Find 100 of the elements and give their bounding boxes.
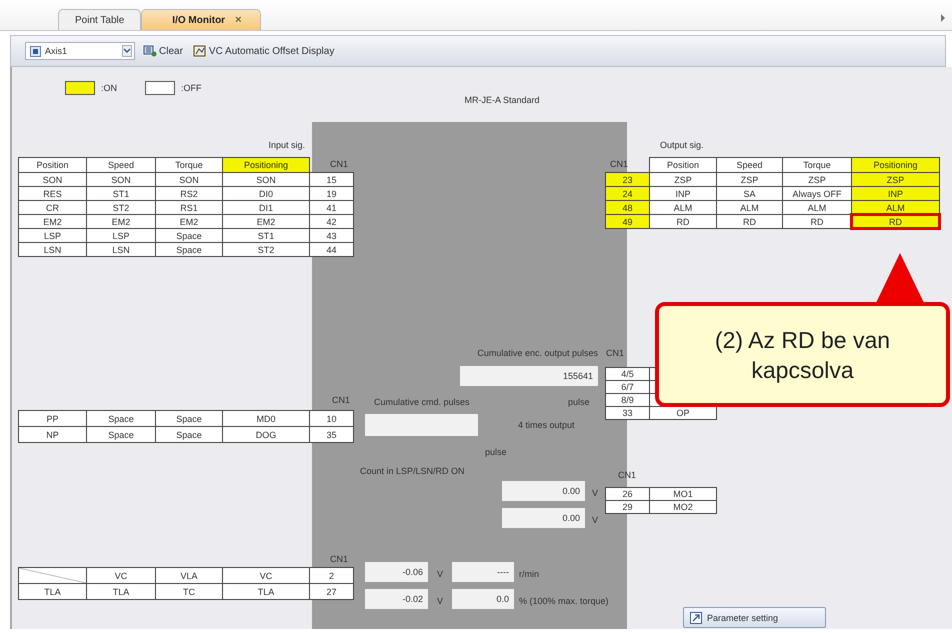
unit-label: V bbox=[437, 596, 444, 607]
tab[interactable]: Point Table bbox=[58, 9, 142, 30]
signal-cell: LSN bbox=[18, 242, 87, 257]
signal-cell: ALM bbox=[782, 200, 852, 215]
arrow-icon bbox=[690, 612, 702, 624]
signal-cell: SON bbox=[222, 172, 310, 187]
signal-cell: RS2 bbox=[155, 186, 223, 201]
unit-label: V bbox=[437, 569, 444, 580]
connector-label: CN1 bbox=[606, 348, 624, 359]
output-title: Output sig. bbox=[660, 140, 704, 151]
signal-cell: Space bbox=[155, 228, 223, 243]
column-header: Position bbox=[18, 157, 87, 173]
connector-label: CN1 bbox=[618, 470, 636, 481]
signal-cell: ZSP bbox=[649, 172, 717, 187]
signal-cell: RD bbox=[782, 214, 852, 229]
close-icon[interactable]: × bbox=[235, 14, 242, 26]
pin-cell: 6/7 bbox=[605, 380, 650, 394]
signal-cell: DI0 bbox=[222, 186, 310, 201]
signal-cell: Space bbox=[155, 242, 223, 257]
tab-list-icon[interactable] bbox=[940, 14, 946, 22]
pin-cell: 35 bbox=[309, 426, 354, 443]
unit-label: pulse bbox=[568, 397, 590, 408]
column-header: Torque bbox=[782, 157, 852, 173]
command-pulses-label: Cumulative cmd. pulses bbox=[374, 397, 470, 408]
signal-cell: RD bbox=[649, 214, 717, 229]
caret-icon[interactable] bbox=[122, 45, 132, 57]
pin-cell: 8/9 bbox=[605, 393, 650, 407]
pin-cell: 42 bbox=[309, 214, 354, 229]
signal-cell: OP bbox=[649, 406, 717, 420]
signal-cell: NP bbox=[18, 426, 87, 443]
signal-cell: PP bbox=[18, 410, 87, 427]
signal-cell: SON bbox=[155, 172, 223, 187]
legend-label: :ON bbox=[101, 83, 118, 93]
signal-cell: VLA bbox=[155, 567, 223, 584]
signal-cell: INP bbox=[649, 186, 717, 201]
pin-cell: 33 bbox=[605, 406, 650, 420]
encoder-pulses-field: 155641 bbox=[460, 366, 598, 386]
signal-cell: EM2 bbox=[155, 214, 223, 229]
parameter-setting-button[interactable]: Parameter setting bbox=[683, 607, 826, 628]
column-header: Speed bbox=[716, 157, 783, 173]
pin-cell: 41 bbox=[309, 200, 354, 215]
signal-cell: VC bbox=[222, 567, 310, 584]
toolbar-button[interactable]: Clear bbox=[141, 45, 185, 57]
axis-icon bbox=[30, 46, 41, 56]
signal-cell: LSP bbox=[86, 228, 156, 243]
signal-cell: EM2 bbox=[18, 214, 87, 229]
signal-cell: Space bbox=[155, 410, 223, 427]
signal-cell: TC bbox=[155, 583, 223, 600]
monitor-output-field: 0.00 bbox=[502, 481, 585, 501]
column-header: Torque bbox=[155, 157, 223, 173]
signal-cell: Space bbox=[86, 410, 156, 427]
connector-label: CN1 bbox=[330, 554, 348, 565]
column-header: Positioning bbox=[222, 157, 310, 173]
column-header: Positioning bbox=[851, 157, 940, 173]
unused-cell bbox=[18, 567, 87, 584]
connector-label: CN1 bbox=[332, 395, 350, 406]
signal-cell: ST1 bbox=[86, 186, 156, 201]
axis-dropdown[interactable]: Axis1 bbox=[25, 42, 135, 60]
pin-cell: 4/5 bbox=[605, 367, 650, 381]
unit-label: % (100% max. torque) bbox=[519, 596, 609, 607]
unit-label: V bbox=[592, 488, 598, 499]
pin-cell: 26 bbox=[605, 487, 650, 501]
tab[interactable]: I/O Monitor × bbox=[141, 9, 261, 30]
signal-cell: RES bbox=[18, 186, 87, 201]
signal-cell: Space bbox=[86, 426, 156, 443]
signal-cell: EM2 bbox=[86, 214, 156, 229]
signal-cell: ZSP bbox=[716, 172, 783, 187]
analog-input-field: -0.02 bbox=[365, 589, 428, 609]
signal-cell: LSP bbox=[18, 228, 87, 243]
pin-cell: 27 bbox=[309, 583, 354, 600]
signal-cell: ALM bbox=[716, 200, 783, 215]
analog-input-field: -0.06 bbox=[365, 562, 428, 582]
signal-cell: ALM bbox=[649, 200, 717, 215]
reading-field: ---- bbox=[452, 562, 514, 582]
signal-cell: VC bbox=[86, 567, 156, 584]
unit-label: V bbox=[592, 515, 598, 526]
signal-cell: ST2 bbox=[86, 200, 156, 215]
signal-cell: RD bbox=[716, 214, 783, 229]
signal-cell: DOG bbox=[222, 426, 310, 443]
signal-cell: CR bbox=[18, 200, 87, 215]
signal-cell: EM2 bbox=[222, 214, 310, 229]
signal-cell: Always OFF bbox=[782, 186, 852, 201]
encoder-pulses-label: Cumulative enc. output pulses bbox=[476, 348, 598, 359]
pin-cell: 15 bbox=[309, 172, 354, 187]
unit-label: r/min bbox=[519, 569, 539, 580]
signal-cell: TLA bbox=[222, 583, 310, 600]
monitor-output-field: 0.00 bbox=[502, 508, 585, 528]
callout-note: (2) Az RD be van kapcsolva bbox=[655, 302, 950, 407]
count-condition-label: Count in LSP/LSN/RD ON bbox=[360, 466, 465, 477]
signal-cell: ST1 bbox=[222, 228, 310, 243]
toolbar-button[interactable]: VC Automatic Offset Display bbox=[190, 45, 336, 57]
signal-cell: DI1 bbox=[222, 200, 310, 215]
legend-label: :OFF bbox=[181, 83, 202, 93]
signal-cell: TLA bbox=[18, 583, 87, 600]
signal-cell: ST2 bbox=[222, 242, 310, 257]
input-title: Input sig. bbox=[267, 140, 305, 151]
pin-cell: 29 bbox=[605, 500, 650, 514]
pin-cell: 24 bbox=[605, 186, 650, 201]
signal-cell: LSN bbox=[86, 242, 156, 257]
signal-cell: INP bbox=[851, 186, 940, 201]
